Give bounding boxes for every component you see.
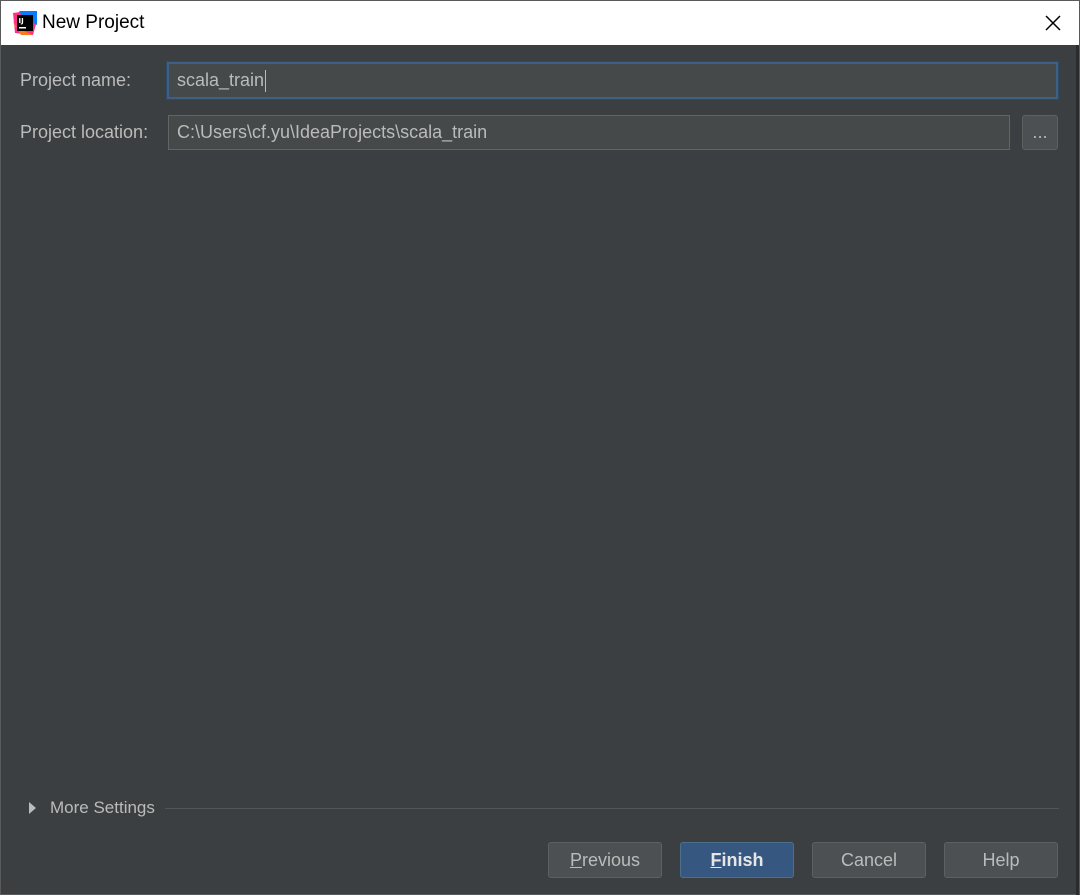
window-edge [1076,45,1079,895]
separator-line [164,807,1059,809]
help-button[interactable]: Help [944,842,1058,878]
previous-label-rest: revious [581,849,641,870]
close-icon [1045,15,1061,31]
project-name-label: Project name: [20,70,132,90]
title-bar: IJ New Project [1,1,1079,45]
new-project-dialog: IJ New Project Project name: scala_train… [0,0,1080,895]
cancel-button[interactable]: Cancel [812,842,926,878]
window-title: New Project [42,12,145,33]
app-icon-text: IJ [19,17,24,25]
more-settings-toggle[interactable]: More Settings [25,795,1059,821]
finish-button[interactable]: Finish [680,842,794,878]
project-location-input[interactable]: C:\Users\cf.yu\IdeaProjects\scala_train [168,115,1010,150]
finish-label-rest: inish [721,849,764,870]
intellij-app-icon: IJ [13,11,37,35]
close-button[interactable] [1027,1,1079,45]
expand-triangle-icon [29,802,36,814]
text-caret [265,69,267,92]
previous-button[interactable]: Previous [548,842,662,878]
finish-mnemonic: F [710,849,722,870]
browse-location-button[interactable]: ... [1022,115,1058,150]
more-settings-label: More Settings [50,798,155,817]
project-location-label: Project location: [20,122,149,142]
project-name-value: scala_train [177,70,265,90]
project-name-input[interactable]: scala_train [167,62,1058,99]
previous-mnemonic: P [569,849,582,870]
project-location-value: C:\Users\cf.yu\IdeaProjects\scala_train [177,122,488,142]
